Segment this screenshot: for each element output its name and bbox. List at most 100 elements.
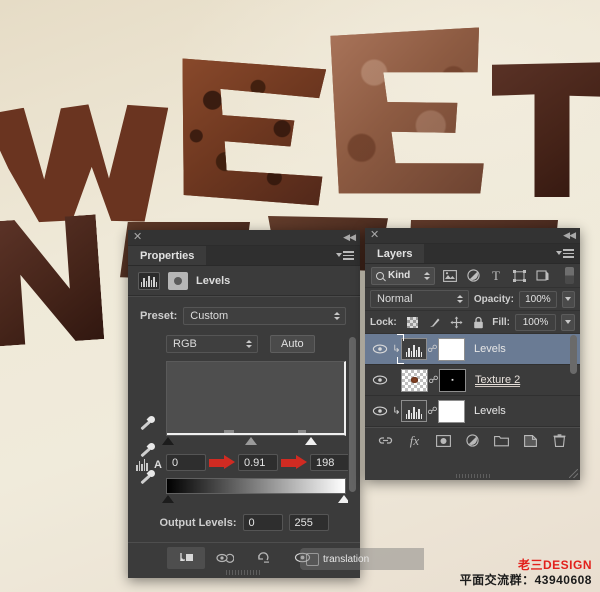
table-row[interactable]: ☍ ▪ Texture 2 bbox=[365, 365, 580, 396]
preset-row: Preset: Custom bbox=[128, 305, 360, 325]
table-row[interactable]: ↳ ☍ Levels bbox=[365, 334, 580, 365]
output-white-field[interactable]: 255 bbox=[288, 514, 329, 531]
input-white-field[interactable]: 198 bbox=[310, 454, 350, 471]
fill-field[interactable]: 100% bbox=[515, 313, 556, 331]
list-item[interactable]: Texture 2 bbox=[475, 374, 521, 387]
filter-pixel-icon[interactable] bbox=[442, 268, 458, 284]
histogram-icon[interactable] bbox=[138, 271, 160, 290]
stepper-arrows-icon bbox=[246, 340, 252, 348]
panel-resize-grip[interactable] bbox=[455, 474, 490, 478]
list-item[interactable]: Levels bbox=[474, 343, 506, 355]
layer-style-icon[interactable]: fx bbox=[406, 432, 424, 450]
properties-scrollbar[interactable] bbox=[348, 337, 357, 536]
layers-titlebar[interactable]: ✕ ◀◀ bbox=[365, 228, 580, 244]
opacity-dropdown-icon[interactable] bbox=[561, 290, 575, 308]
chevron-down-icon bbox=[556, 251, 562, 256]
close-icon[interactable]: ✕ bbox=[370, 230, 379, 241]
link-layers-icon[interactable] bbox=[377, 432, 395, 450]
input-gamma-field[interactable]: 0.91 bbox=[238, 454, 278, 471]
panel-resize-grip[interactable] bbox=[226, 570, 262, 575]
filter-adjustment-icon[interactable] bbox=[465, 268, 481, 284]
set-white-point-eyedropper[interactable] bbox=[138, 468, 157, 486]
layer-list: ↳ ☍ Levels ☍ ▪ Texture 2 ↳ ☍ Levels bbox=[365, 334, 580, 427]
link-thumbnails-icon[interactable]: ☍ bbox=[427, 344, 438, 355]
set-black-point-eyedropper[interactable] bbox=[138, 414, 157, 432]
filter-kind-select[interactable]: Kind bbox=[371, 266, 435, 285]
delete-layer-icon[interactable] bbox=[551, 432, 569, 450]
levels-histogram bbox=[166, 361, 346, 436]
stepper-arrows-icon bbox=[424, 271, 430, 280]
input-levels-row: A 0 0.91 198 bbox=[128, 454, 360, 471]
layers-filter-row: Kind T bbox=[365, 264, 580, 288]
tab-layers[interactable]: Layers bbox=[365, 244, 425, 263]
channel-row: RGB Auto bbox=[166, 325, 360, 353]
list-item[interactable]: Levels bbox=[474, 405, 506, 417]
output-black-slider[interactable] bbox=[162, 495, 174, 503]
clip-to-layer-icon[interactable] bbox=[166, 546, 206, 569]
layer-visibility-icon[interactable] bbox=[368, 344, 392, 354]
annotation-arrow-1-icon bbox=[209, 455, 235, 470]
tooltip-text: translation bbox=[323, 553, 370, 565]
input-black-field[interactable]: 0 bbox=[166, 454, 206, 471]
fill-dropdown-icon[interactable] bbox=[561, 313, 575, 331]
new-group-icon[interactable] bbox=[493, 432, 511, 450]
filter-shape-icon[interactable] bbox=[511, 268, 527, 284]
input-black-slider[interactable] bbox=[162, 437, 174, 445]
channel-value: RGB bbox=[173, 338, 197, 350]
properties-titlebar[interactable]: ✕ ◀◀ bbox=[128, 230, 360, 246]
channel-select[interactable]: RGB bbox=[166, 335, 258, 353]
search-icon bbox=[376, 271, 384, 280]
opacity-field[interactable]: 100% bbox=[518, 290, 557, 308]
layers-scrollbar[interactable] bbox=[569, 334, 578, 427]
collapse-icon[interactable]: ◀◀ bbox=[343, 233, 356, 242]
table-row[interactable]: ↳ ☍ Levels bbox=[365, 396, 580, 427]
preset-select[interactable]: Custom bbox=[183, 307, 346, 325]
watermark-brand: 老三DESIGN bbox=[517, 558, 592, 572]
filter-smart-object-icon[interactable] bbox=[534, 268, 550, 284]
view-previous-state-icon[interactable] bbox=[205, 547, 244, 569]
output-black-field[interactable]: 0 bbox=[242, 514, 283, 531]
layer-mask-thumbnail[interactable]: ▪ bbox=[439, 368, 466, 392]
mask-circle-icon[interactable] bbox=[168, 271, 188, 290]
link-thumbnails-icon[interactable]: ☍ bbox=[427, 406, 438, 417]
layer-thumbnail-adjustment[interactable] bbox=[397, 334, 427, 364]
auto-button[interactable]: Auto bbox=[270, 335, 315, 353]
lock-transparent-pixels-icon[interactable] bbox=[406, 316, 419, 329]
blend-mode-select[interactable]: Normal bbox=[370, 290, 469, 308]
new-adjustment-layer-icon[interactable] bbox=[464, 432, 482, 450]
reset-icon[interactable] bbox=[244, 547, 283, 569]
layer-mask-thumbnail[interactable] bbox=[438, 399, 465, 423]
add-mask-icon[interactable] bbox=[435, 432, 453, 450]
layer-thumbnail-pixel[interactable] bbox=[401, 368, 428, 392]
new-layer-icon[interactable] bbox=[522, 432, 540, 450]
layer-thumbnail-adjustment[interactable] bbox=[401, 400, 427, 422]
layer-visibility-icon[interactable] bbox=[368, 406, 392, 416]
close-icon[interactable]: ✕ bbox=[133, 232, 142, 243]
filter-type-icon[interactable]: T bbox=[488, 268, 504, 284]
link-thumbnails-icon[interactable]: ☍ bbox=[428, 375, 439, 386]
input-gamma-slider[interactable] bbox=[245, 437, 258, 445]
artwork-letter-n bbox=[0, 214, 104, 346]
panel-corner-resize-handle[interactable] bbox=[569, 469, 578, 478]
panel-menu-icon[interactable] bbox=[556, 249, 574, 258]
collapse-icon[interactable]: ◀◀ bbox=[563, 231, 576, 240]
panel-menu-icon[interactable] bbox=[336, 251, 354, 260]
scrollbar-thumb[interactable] bbox=[570, 335, 577, 375]
lock-all-icon[interactable] bbox=[472, 316, 485, 329]
filter-toggle-switch[interactable] bbox=[565, 267, 574, 284]
lock-position-icon[interactable] bbox=[450, 316, 463, 329]
stepper-arrows-icon bbox=[456, 295, 463, 303]
warning-a-glyph: A bbox=[154, 458, 162, 471]
histogram-warning-icon[interactable]: A bbox=[136, 455, 162, 471]
hamburger-icon bbox=[563, 249, 574, 258]
preset-value: Custom bbox=[190, 310, 229, 322]
histogram-bar bbox=[297, 430, 306, 433]
scrollbar-thumb[interactable] bbox=[349, 337, 356, 493]
annotation-arrow-2-icon bbox=[281, 455, 307, 470]
tab-properties[interactable]: Properties bbox=[128, 246, 207, 265]
lock-image-pixels-icon[interactable] bbox=[428, 316, 441, 329]
input-white-slider[interactable] bbox=[304, 437, 317, 445]
input-levels-sliders bbox=[162, 436, 346, 448]
layer-mask-thumbnail[interactable] bbox=[438, 337, 465, 361]
layer-visibility-icon[interactable] bbox=[368, 375, 392, 385]
